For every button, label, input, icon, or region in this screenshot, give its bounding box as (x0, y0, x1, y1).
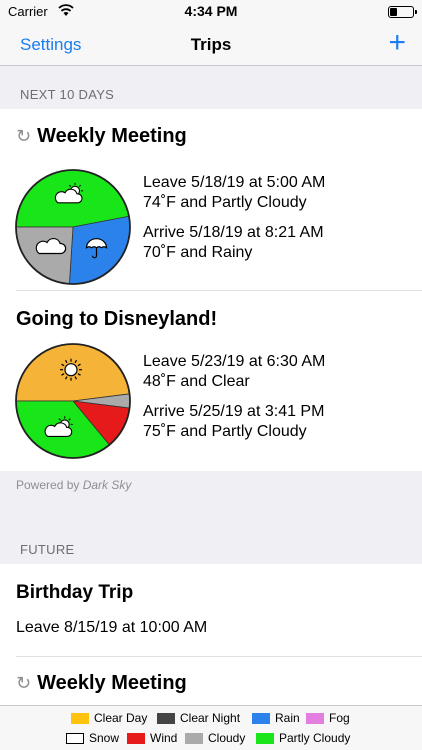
legend-swatch (185, 732, 203, 744)
legend-item: Clear Night (157, 711, 240, 725)
row-separator (16, 656, 422, 657)
repeat-icon: ↻ (16, 673, 32, 693)
dark-sky-link[interactable]: Dark Sky (83, 478, 132, 492)
leave-time: Leave 8/15/19 at 10:00 AM (16, 619, 208, 636)
trip-details: Leave 5/18/19 at 5:00 AM 74˚F and Partly… (143, 173, 325, 263)
legend-swatch (306, 712, 324, 724)
weather-pie-chart (15, 343, 131, 459)
legend-item: Fog (306, 711, 350, 725)
leave-weather: 48˚F and Clear (143, 373, 250, 390)
trip-title: Going to Disneyland! (16, 308, 218, 330)
next-trips-list: ↻ Weekly Meeting Leave 5/18/19 at 5:00 AM… (0, 109, 422, 471)
battery-icon (388, 6, 417, 18)
legend-item: Cloudy (185, 731, 245, 745)
weather-legend: Clear Day Clear Night Rain Fog Snow Wind… (0, 705, 422, 750)
legend-item: Clear Day (71, 711, 147, 725)
legend-swatch (66, 732, 84, 744)
trip-title: Birthday Trip (16, 582, 134, 603)
row-separator (16, 290, 422, 291)
future-trips-list: Birthday Trip Leave 8/15/19 at 10:00 AM … (0, 564, 422, 705)
legend-item: Wind (127, 731, 177, 745)
trip-title: ↻ Weekly Meeting (16, 672, 187, 694)
status-bar: Carrier 4:34 PM (0, 0, 422, 24)
clock: 4:34 PM (184, 3, 238, 19)
legend-swatch (252, 712, 270, 724)
page-title: Trips (190, 35, 232, 54)
section-header-future: FUTURE (20, 542, 75, 557)
legend-item: Partly Cloudy (256, 731, 350, 745)
legend-swatch (157, 712, 175, 724)
arrive-time: Arrive 5/25/19 at 3:41 PM (143, 403, 325, 420)
navigation-bar: Settings Trips + (0, 24, 422, 66)
leave-time: Leave 5/23/19 at 6:30 AM (143, 353, 326, 370)
legend-swatch (127, 732, 145, 744)
repeat-icon: ↻ (16, 126, 32, 146)
arrive-weather: 75˚F and Partly Cloudy (143, 423, 307, 440)
powered-by-footer[interactable]: Powered by Dark Sky (16, 478, 131, 492)
add-trip-button[interactable]: + (388, 28, 406, 58)
trip-title: ↻ Weekly Meeting (16, 125, 187, 147)
arrive-weather: 70˚F and Rainy (143, 244, 253, 261)
leave-weather: 74˚F and Partly Cloudy (143, 194, 307, 211)
leave-time: Leave 5/18/19 at 5:00 AM (143, 174, 326, 191)
legend-swatch (256, 732, 274, 744)
weather-pie-chart (15, 169, 131, 285)
arrive-time: Arrive 5/18/19 at 8:21 AM (143, 224, 324, 241)
legend-item: Snow (66, 731, 119, 745)
trip-details: Leave 5/23/19 at 6:30 AM 48˚F and Clear … (143, 352, 325, 442)
pie-slice (68, 215, 131, 285)
legend-item: Rain (252, 711, 300, 725)
legend-swatch (71, 712, 89, 724)
section-header-next: NEXT 10 DAYS (20, 87, 115, 102)
